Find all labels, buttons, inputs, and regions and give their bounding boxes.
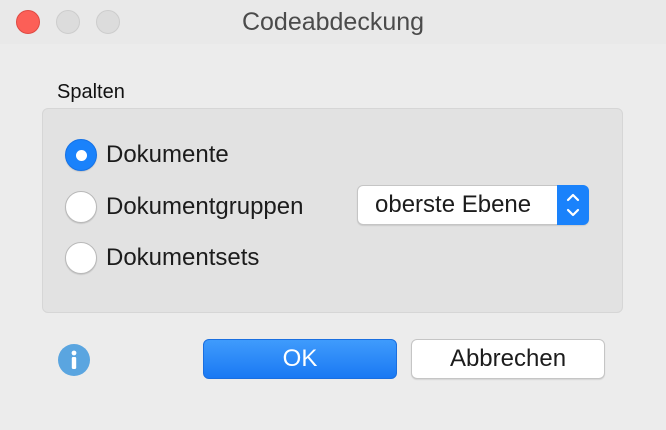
radio-option-dokumentsets[interactable]: Dokumentsets [65,242,259,274]
radio-button-selected[interactable] [65,139,97,171]
level-select[interactable]: oberste Ebene [357,185,589,225]
radio-option-dokumentgruppen[interactable]: Dokumentgruppen [65,191,303,223]
chevron-up-down-icon[interactable] [557,185,589,225]
dialog-window: Codeabdeckung Spalten Dokumente Dokument… [0,0,666,430]
radio-label-dokumentsets: Dokumentsets [106,244,260,271]
ok-button[interactable]: OK [203,339,397,379]
radio-label-dokumentgruppen: Dokumentgruppen [106,193,304,220]
cancel-button[interactable]: Abbrechen [411,339,605,379]
radio-button[interactable] [65,191,97,223]
title-bar: Codeabdeckung [0,0,666,44]
radio-button[interactable] [65,242,97,274]
window-title: Codeabdeckung [241,8,425,36]
radio-dot [75,149,87,161]
info-icon[interactable] [58,344,90,376]
radio-label-dokumente: Dokumente [106,141,229,168]
columns-section-label: Spalten [57,81,125,103]
radio-option-dokumente[interactable]: Dokumente [65,139,229,171]
level-select-value: oberste Ebene [375,191,532,218]
